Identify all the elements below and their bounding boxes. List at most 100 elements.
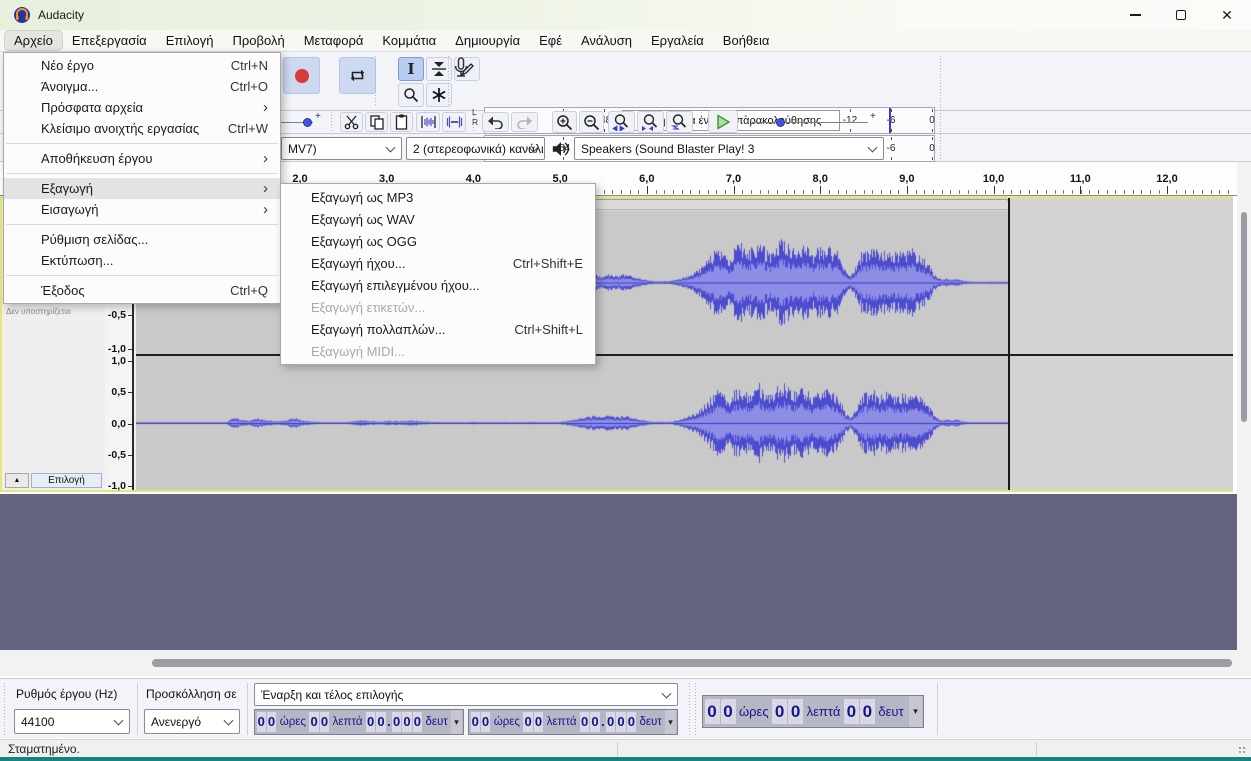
toolbar-grip[interactable]: [694, 683, 699, 735]
time-format-dropdown[interactable]: ▾: [909, 696, 922, 727]
zoom-tool-button[interactable]: [398, 83, 424, 107]
time-digit-minutes[interactable]: 0: [788, 699, 803, 724]
time-digit-seconds[interactable]: 0: [844, 699, 859, 724]
vertical-scrollbar[interactable]: [1237, 162, 1251, 676]
time-digit-seconds[interactable]: 0: [366, 712, 375, 732]
menubar-item-1[interactable]: Επεξεργασία: [63, 31, 156, 50]
export-menu-item-3[interactable]: Εξαγωγή ήχου...Ctrl+Shift+E: [281, 252, 595, 274]
export-menu-item-6[interactable]: Εξαγωγή πολλαπλών...Ctrl+Shift+L: [281, 318, 595, 340]
file-menu-item-5[interactable]: Εξαγωγή›: [4, 178, 280, 199]
time-digit-hours[interactable]: 0: [481, 712, 490, 732]
time-digit-hours[interactable]: 0: [257, 712, 266, 732]
menubar-item-9[interactable]: Εργαλεία: [642, 31, 713, 50]
time-digit-seconds[interactable]: .: [387, 712, 391, 732]
resize-grip[interactable]: [1238, 746, 1247, 755]
zoom-toggle-button[interactable]: [666, 111, 693, 133]
time-digit-hours[interactable]: 0: [267, 712, 276, 732]
export-menu-item-4[interactable]: Εξαγωγή επιλεγμένου ήχου...: [281, 274, 595, 296]
menubar-item-0[interactable]: Αρχείο: [5, 31, 62, 50]
time-digit-seconds[interactable]: 0: [392, 712, 401, 732]
time-digit-minutes[interactable]: 0: [320, 712, 329, 732]
export-menu-item-1[interactable]: Εξαγωγή ως WAV: [281, 208, 595, 230]
time-digit-seconds[interactable]: 0: [376, 712, 385, 732]
track-select-button[interactable]: Επιλογή: [31, 473, 102, 488]
recording-volume-thumb[interactable]: [303, 118, 312, 127]
file-menu-item-3[interactable]: Κλείσιμο ανοιχτής εργασίαςCtrl+W: [4, 118, 280, 139]
paste-button[interactable]: [390, 112, 413, 132]
zoom-out-button[interactable]: [579, 111, 604, 133]
time-digit-seconds[interactable]: 0: [590, 712, 599, 732]
zoom-fit-button[interactable]: [637, 111, 664, 133]
time-digit-seconds[interactable]: 0: [860, 699, 875, 724]
export-menu-item-2[interactable]: Εξαγωγή ως OGG: [281, 230, 595, 252]
toolbar-grip[interactable]: [374, 56, 379, 106]
selection-start-time[interactable]: 00ώρες00λεπτά00.000δευτ▾: [254, 709, 464, 735]
time-digit-hours[interactable]: 0: [705, 699, 720, 724]
maximize-button[interactable]: [1158, 0, 1204, 30]
time-digit-seconds[interactable]: 0: [580, 712, 589, 732]
close-button[interactable]: ✕: [1204, 0, 1250, 30]
snap-to-dropdown[interactable]: Ανενεργό: [144, 709, 240, 734]
playback-device-dropdown[interactable]: Speakers (Sound Blaster Play! 3: [574, 137, 884, 160]
time-digit-minutes[interactable]: 0: [534, 712, 543, 732]
zoom-selection-button[interactable]: [608, 111, 635, 133]
time-digit-minutes[interactable]: 0: [309, 712, 318, 732]
file-menu-item-9[interactable]: ΈξοδοςCtrl+Q: [4, 280, 280, 301]
selection-tool-button[interactable]: I: [398, 57, 424, 81]
horizontal-scrollbar-thumb[interactable]: [152, 659, 1232, 667]
time-digit-seconds[interactable]: 0: [413, 712, 422, 732]
menubar-item-2[interactable]: Επιλογή: [157, 31, 223, 50]
time-format-dropdown[interactable]: ▾: [665, 710, 676, 734]
menubar-item-7[interactable]: Εφέ: [530, 31, 571, 50]
menubar-item-8[interactable]: Ανάλυση: [572, 31, 641, 50]
zoom-in-button[interactable]: [552, 111, 577, 133]
selection-range-dropdown[interactable]: Έναρξη και τέλος επιλογής: [254, 683, 678, 706]
track-collapse-button[interactable]: ▲: [5, 473, 29, 488]
file-menu-item-1[interactable]: Άνοιγμα...Ctrl+O: [4, 76, 280, 97]
selection-end-time[interactable]: 00ώρες00λεπτά00.000δευτ▾: [468, 709, 678, 735]
file-menu-item-7[interactable]: Ρύθμιση σελίδας...: [4, 229, 280, 250]
play-speed-slider[interactable]: [752, 122, 868, 123]
time-digit-seconds[interactable]: 0: [606, 712, 615, 732]
toolbar-grip[interactable]: [3, 683, 8, 735]
copy-button[interactable]: [365, 112, 388, 132]
record-button[interactable]: [283, 57, 320, 94]
silence-audio-button[interactable]: [442, 112, 466, 132]
minimize-button[interactable]: [1112, 0, 1158, 30]
file-menu-item-4[interactable]: Αποθήκευση έργου›: [4, 148, 280, 169]
redo-button[interactable]: [511, 112, 538, 132]
play-at-speed-button[interactable]: [708, 110, 738, 133]
file-menu-item-6[interactable]: Εισαγωγή›: [4, 199, 280, 220]
vertical-scrollbar-thumb[interactable]: [1241, 212, 1247, 422]
file-menu-item-0[interactable]: Νέο έργοCtrl+N: [4, 55, 280, 76]
trim-audio-button[interactable]: [416, 112, 440, 132]
recording-device-dropdown[interactable]: MV7): [281, 137, 402, 160]
project-rate-dropdown[interactable]: 44100: [14, 709, 130, 734]
time-digit-seconds[interactable]: 0: [627, 712, 636, 732]
time-digit-hours[interactable]: 0: [471, 712, 480, 732]
menubar-item-6[interactable]: Δημιουργία: [446, 31, 529, 50]
time-digit-seconds[interactable]: 0: [616, 712, 625, 732]
toolbar-grip[interactable]: [688, 683, 693, 735]
play-speed-thumb[interactable]: [776, 118, 785, 127]
export-menu-item-0[interactable]: Εξαγωγή ως MP3: [281, 186, 595, 208]
time-digit-minutes[interactable]: 0: [772, 699, 787, 724]
horizontal-scrollbar[interactable]: [0, 650, 1237, 676]
menubar-item-5[interactable]: Κομμάτια: [373, 31, 445, 50]
cut-button[interactable]: [340, 112, 363, 132]
menubar-item-10[interactable]: Βοήθεια: [714, 31, 779, 50]
toolbar-grip[interactable]: [939, 56, 944, 161]
undo-button[interactable]: [482, 112, 509, 132]
toolbar-grip[interactable]: [472, 112, 477, 132]
menubar-item-4[interactable]: Μεταφορά: [295, 31, 373, 50]
time-digit-hours[interactable]: 0: [721, 699, 736, 724]
time-digit-seconds[interactable]: 0: [402, 712, 411, 732]
file-menu-item-8[interactable]: Εκτύπωση...: [4, 250, 280, 271]
recording-channels-dropdown[interactable]: 2 (στερεοφωνικά) κανάλια η: [406, 137, 545, 160]
time-format-dropdown[interactable]: ▾: [451, 710, 462, 734]
audio-position-time[interactable]: 00ώρες00λεπτά00δευτ▾: [702, 695, 924, 728]
file-menu-item-2[interactable]: Πρόσφατα αρχεία›: [4, 97, 280, 118]
time-digit-seconds[interactable]: .: [601, 712, 605, 732]
loop-button[interactable]: [339, 57, 376, 94]
waveform-channel-right[interactable]: [136, 356, 1009, 490]
